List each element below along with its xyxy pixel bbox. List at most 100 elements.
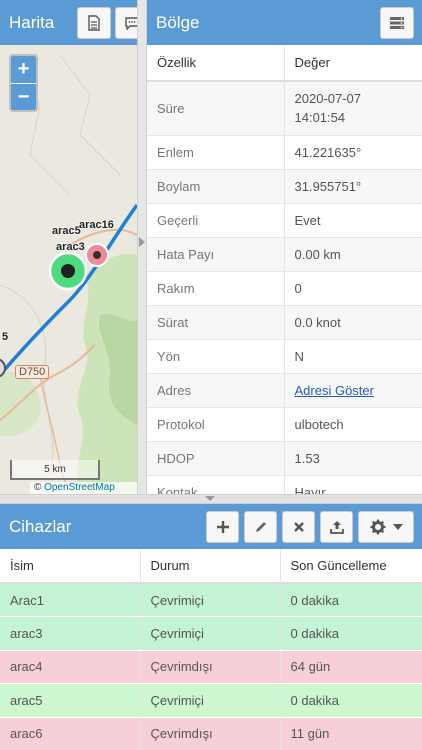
table-row: Boylam 31.955751° [147,169,422,204]
attr-key: Geçerli [147,203,284,238]
gear-icon [370,519,385,534]
column-header-value: Değer [283,45,422,82]
openstreetmap-link[interactable]: OpenStreetMap [44,482,115,493]
attr-value: 31.955751° [283,169,422,204]
column-header-name[interactable]: İsim [0,549,140,584]
attr-key: Enlem [147,135,284,170]
zoom-control: + − [9,54,38,112]
attr-key: Kontak [147,475,284,494]
chat-icon [125,16,137,30]
table-row[interactable]: arac3 Çevrimiçi 0 dakika [0,616,422,651]
attr-value: Hayır [283,475,422,494]
attr-value: 0.00 km [283,237,422,272]
map-header: Harita [0,0,137,45]
column-header-last-update[interactable]: Son Güncelleme [279,549,422,584]
attr-value: 41.221635° [283,135,422,170]
attr-key: Adres [147,373,284,408]
map-panel: Harita arac5 arac16 arac3 5 D750 + − 5 k… [0,0,137,494]
attr-key: Yön [147,339,284,374]
chat-button[interactable] [115,6,137,39]
delete-icon [293,521,304,532]
attr-value: 0.0 knot [283,305,422,340]
scale-bar: 5 km [10,460,100,480]
table-row[interactable]: arac4 Çevrimdışı 64 gün [0,650,422,684]
table-row: Hata Payı 0.00 km [147,237,422,272]
upload-icon [329,520,344,534]
device-name: arac6 [0,717,140,750]
zoom-in-button[interactable]: + [11,56,36,83]
device-name: Arac1 [0,583,140,617]
device-last-update: 64 gün [279,650,422,684]
attributes-table: Özellik Değer Süre 2020-07-07 14:01:54 E… [147,45,422,494]
table-row[interactable]: arac5 Çevrimiçi 0 dakika [0,683,422,718]
table-row: Enlem 41.221635° [147,135,422,170]
upload-button[interactable] [320,510,353,543]
attr-value: Evet [283,203,422,238]
devices-title: Cihazlar [9,516,72,536]
device-name: arac3 [0,616,140,651]
table-row: Kontak Hayır [147,475,422,494]
device-last-update: 0 dakika [279,583,422,617]
horizontal-splitter[interactable] [0,494,422,504]
table-row: HDOP 1.53 [147,441,422,476]
edit-device-button[interactable] [244,510,277,543]
device-last-update: 11 gün [279,717,422,750]
devices-header: Cihazlar [0,504,422,549]
add-device-button[interactable] [206,510,239,543]
document-icon [88,14,100,31]
table-row: Sürat 0.0 knot [147,305,422,340]
collapse-arrow-icon[interactable] [139,237,145,247]
server-icon [390,16,404,29]
device-name: arac4 [0,650,140,684]
device-status: Çevrimiçi [139,683,280,718]
attr-value: ulbotech [283,407,422,442]
delete-device-button[interactable] [282,510,315,543]
server-button[interactable] [380,6,414,39]
devices-panel: Cihazlar İsim Durum Son Güncelleme Arac1… [0,504,422,750]
attr-key: Protokol [147,407,284,442]
road-label: D750 [15,365,50,379]
table-row[interactable]: Arac1 Çevrimiçi 0 dakika [0,583,422,617]
document-button[interactable] [77,6,111,39]
device-last-update: 0 dakika [279,683,422,718]
attr-key: Süre [147,81,284,136]
attr-value: N [283,339,422,374]
table-row[interactable]: arac6 Çevrimdışı 11 gün [0,717,422,750]
attr-key: HDOP [147,441,284,476]
region-title: Bölge [156,12,200,32]
attr-value: 2020-07-07 14:01:54 [283,81,422,136]
region-panel: Bölge Özellik Değer Süre 2020-07-07 14:0… [147,0,422,494]
map-canvas[interactable] [0,45,137,494]
show-address-link[interactable]: Adresi Göster [295,383,374,398]
add-icon [216,520,229,533]
vertical-splitter[interactable] [137,0,147,494]
map-attribution: © OpenStreetMap [30,482,137,494]
map-label-5: 5 [2,331,9,343]
attr-key: Rakım [147,271,284,306]
table-row: Rakım 0 [147,271,422,306]
device-last-update: 0 dakika [279,616,422,651]
attr-value: 1.53 [283,441,422,476]
map-title: Harita [9,12,55,32]
devices-table: İsim Durum Son Güncelleme Arac1 Çevrimiç… [0,549,422,750]
copyright-symbol: © [34,482,42,493]
device-status: Çevrimiçi [139,583,280,617]
table-row: Yön N [147,339,422,374]
edit-icon [255,521,266,532]
column-header-status[interactable]: Durum [139,549,280,584]
attr-value: 0 [283,271,422,306]
attr-key: Boylam [147,169,284,204]
map-label-arac16: arac16 [79,219,114,231]
collapse-down-icon[interactable] [205,496,215,501]
map-label-arac3: arac3 [56,241,85,253]
region-header: Bölge [147,0,422,45]
settings-menu-button[interactable] [358,510,414,543]
attr-value: Adresi Göster [283,373,422,408]
caret-down-icon [392,523,403,530]
attr-key: Hata Payı [147,237,284,272]
table-row: Süre 2020-07-07 14:01:54 [147,81,422,136]
device-name: arac5 [0,683,140,718]
table-row: Adres Adresi Göster [147,373,422,408]
table-row: Protokol ulbotech [147,407,422,442]
zoom-out-button[interactable]: − [11,83,36,110]
